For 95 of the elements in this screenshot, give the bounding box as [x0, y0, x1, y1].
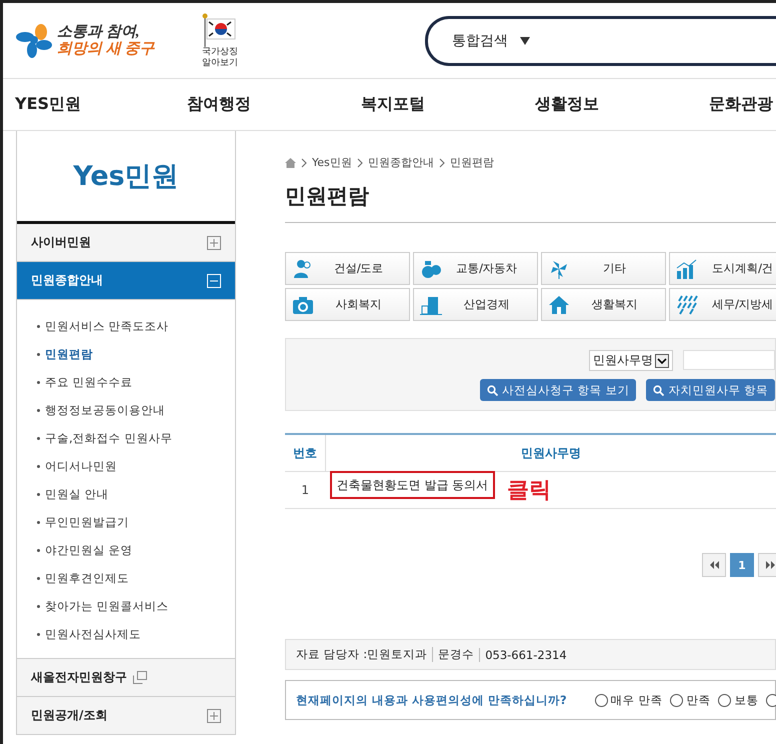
- last-page-button[interactable]: [758, 553, 776, 577]
- sidebar-link[interactable]: 무인민원발급기: [37, 508, 235, 536]
- plus-icon: [207, 708, 221, 722]
- sidebar-link[interactable]: 행정정보공동이용안내: [37, 396, 235, 424]
- bullet-icon: [37, 576, 40, 580]
- pinwheel-icon: [548, 258, 570, 278]
- breadcrumb-link[interactable]: 민원종합안내: [368, 155, 434, 170]
- sidebar-link[interactable]: 민원후견인제도: [37, 564, 235, 592]
- contact-text: 자료 담당자 :민원토지과: [296, 647, 428, 662]
- nav-item[interactable]: YES민원: [15, 94, 187, 115]
- search-bar[interactable]: 통합검색: [425, 16, 776, 66]
- sidebar-section[interactable]: 민원공개/조회: [17, 697, 235, 735]
- sidebar-link[interactable]: 주요 민원수수료: [37, 368, 235, 396]
- radio-label[interactable]: 만족: [686, 692, 710, 708]
- radio-label[interactable]: 보통: [734, 692, 758, 708]
- bullet-icon: [37, 464, 40, 468]
- radio-button[interactable]: [670, 694, 684, 706]
- building-icon: [420, 294, 442, 314]
- symbol-link[interactable]: 국가상징 알아보기: [198, 46, 242, 68]
- bar-chart-icon: [676, 258, 698, 278]
- sidebar-section[interactable]: 새올전자민원창구: [17, 659, 235, 697]
- nav-item[interactable]: 생활정보: [535, 94, 709, 115]
- sidebar-link[interactable]: 어디서나민원: [37, 452, 235, 480]
- nav-item[interactable]: 참여행정: [187, 94, 361, 115]
- category-button[interactable]: 교통/자동차: [413, 252, 538, 285]
- bullet-icon: [37, 380, 40, 384]
- sidebar-link[interactable]: 민원서비스 만족도조사: [37, 312, 235, 340]
- sidebar-section[interactable]: 민원종합안내: [17, 262, 235, 300]
- bullet-icon: [37, 632, 40, 636]
- category-button[interactable]: 산업경제: [413, 288, 538, 321]
- search-icon: [653, 384, 664, 396]
- slogan-text: 소통과 참여,: [57, 24, 140, 40]
- camera-icon: [292, 294, 314, 314]
- chevron-right-icon: [301, 158, 307, 168]
- sidebar-link[interactable]: 찾아가는 민원콜서비스: [37, 592, 235, 620]
- document-link[interactable]: 건축물현황도면 발급 동의서: [330, 471, 496, 499]
- bullet-icon: [37, 492, 40, 496]
- slogan-text: 희망의 새 중구: [57, 40, 154, 58]
- radio-button[interactable]: [594, 694, 608, 706]
- radio-button[interactable]: [766, 694, 776, 706]
- bullet-icon: [37, 352, 40, 356]
- bullet-icon: [37, 408, 40, 412]
- search-input[interactable]: [683, 350, 775, 370]
- bullet-icon: [37, 436, 40, 440]
- double-left-icon: [710, 561, 718, 569]
- category-button[interactable]: 기타: [541, 252, 666, 285]
- chevron-right-icon: [438, 158, 445, 168]
- bullet-icon: [37, 324, 40, 328]
- search-scope[interactable]: 통합검색: [452, 32, 508, 50]
- chevron-right-icon: [356, 158, 363, 168]
- new-window-icon: [133, 671, 147, 684]
- breadcrumb-link[interactable]: 민원편람: [450, 155, 494, 170]
- double-right-icon: [766, 561, 774, 569]
- contact-text: 053-661-2314: [479, 648, 567, 662]
- nav-item[interactable]: 복지포털: [361, 94, 535, 115]
- contact-text: 문경수: [432, 647, 474, 662]
- field-select[interactable]: 민원사무명: [589, 350, 673, 371]
- category-button[interactable]: 도시계획/건: [669, 252, 776, 285]
- home-icon[interactable]: [285, 158, 296, 168]
- bullet-icon: [37, 604, 40, 608]
- nav-item[interactable]: 문화관광: [709, 94, 773, 115]
- column-header: 번호: [285, 434, 326, 472]
- plus-icon: [207, 236, 221, 250]
- sidebar-link[interactable]: 야간민원실 운영: [37, 536, 235, 564]
- sidebar-section[interactable]: 사이버민원: [17, 224, 235, 262]
- page-title: 민원편람: [285, 182, 776, 223]
- money-bags-icon: [420, 258, 442, 278]
- radio-label[interactable]: 매우 만족: [610, 692, 662, 708]
- sidebar-link[interactable]: 민원실 안내: [37, 480, 235, 508]
- house-icon: [548, 294, 570, 314]
- category-button[interactable]: 사회복지: [285, 288, 410, 321]
- flag-icon: [202, 12, 238, 46]
- sidebar-link[interactable]: 민원사전심사제도: [37, 620, 235, 648]
- view-items-button[interactable]: 자치민원사무 항목: [646, 379, 775, 401]
- bullet-icon: [37, 520, 40, 524]
- sidebar-link[interactable]: 구술,전화접수 민원사무: [37, 424, 235, 452]
- bullet-icon: [37, 548, 40, 552]
- sidebar-link[interactable]: 민원편람: [37, 340, 235, 368]
- table-cell: 1: [285, 472, 326, 508]
- search-icon: [487, 384, 498, 396]
- column-header: 민원사무명: [326, 434, 776, 472]
- category-button[interactable]: 생활복지: [541, 288, 666, 321]
- breadcrumb-link[interactable]: Yes민원: [312, 155, 352, 170]
- rain-icon: [676, 294, 698, 314]
- annotation-text: 클릭: [506, 478, 551, 503]
- category-button[interactable]: 건설/도로: [285, 252, 410, 285]
- category-button[interactable]: 세무/지방세: [669, 288, 776, 321]
- caret-icon: [520, 36, 530, 44]
- chevron-down-icon: [655, 354, 669, 368]
- first-page-button[interactable]: [702, 553, 726, 577]
- minus-icon: [207, 274, 221, 288]
- radio-button[interactable]: [718, 694, 732, 706]
- flower-logo-icon: [15, 22, 53, 58]
- survey-question: 현재페이지의 내용과 사용편의성에 만족하십니까?: [296, 692, 567, 708]
- view-items-button[interactable]: 사전심사청구 항목 보기: [480, 379, 636, 401]
